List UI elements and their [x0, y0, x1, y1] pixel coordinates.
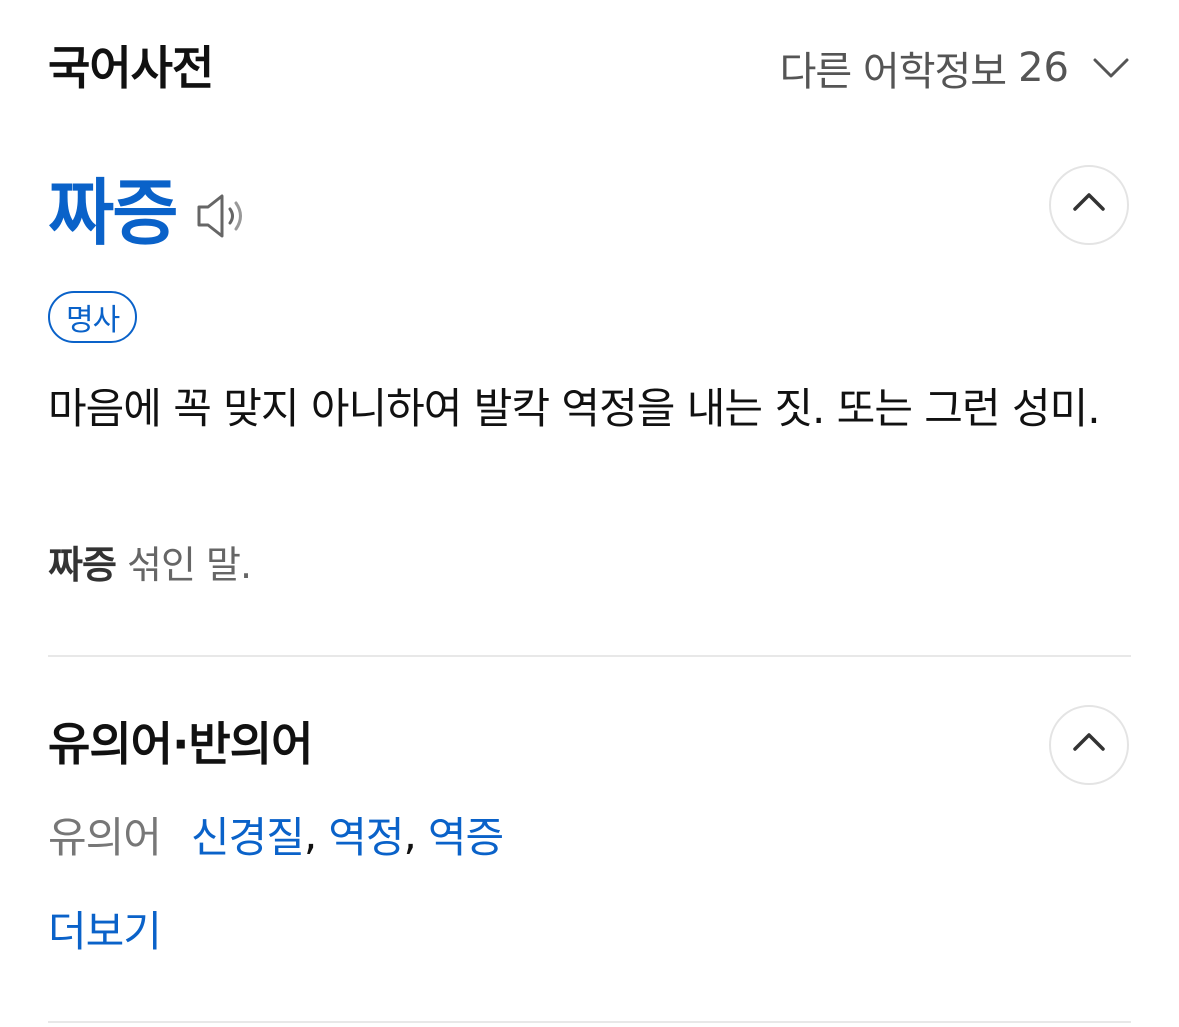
etymology-note: 짜증 섞인 말.	[48, 535, 252, 595]
more-link[interactable]: 더보기	[48, 900, 162, 964]
other-info-count: 26	[1018, 45, 1069, 91]
synonym-link[interactable]: 역증	[428, 804, 504, 865]
chevron-up-icon	[1069, 723, 1109, 767]
section-divider	[48, 1021, 1131, 1023]
etymology-word: 짜증	[48, 543, 117, 587]
synonym-link[interactable]: 신경질	[191, 804, 305, 865]
other-info-label: 다른 어학정보	[779, 49, 1008, 95]
chevron-down-icon	[1091, 48, 1131, 88]
synonym-link[interactable]: 역정	[328, 804, 404, 865]
synonym-row: 유의어 신경질, 역정, 역증	[48, 802, 504, 866]
other-language-info-button[interactable]: 다른 어학정보 26	[780, 40, 1131, 96]
definition-text: 마음에 꼭 맞지 아니하여 발칵 역정을 내는 짓. 또는 그런 성미.	[48, 384, 1101, 433]
collapse-entry-button[interactable]	[1049, 165, 1129, 245]
synonym-label: 유의어	[48, 812, 162, 862]
entry-headword: 짜증	[48, 171, 178, 255]
dictionary-page: 국어사전 다른 어학정보 26 짜증 명사 마음에 꼭 맞지 아니하여 발칵 역…	[0, 0, 1179, 1027]
collapse-synonyms-button[interactable]	[1049, 705, 1129, 785]
dictionary-title: 국어사전	[48, 41, 214, 95]
synonym-separator: ,	[303, 809, 317, 859]
etymology-rest: 섞인 말.	[115, 543, 252, 587]
speaker-icon[interactable]	[194, 188, 254, 244]
section-divider	[48, 655, 1131, 657]
synonyms-section-title: 유의어·반의어	[48, 717, 313, 771]
synonym-separator: ,	[403, 809, 416, 859]
part-of-speech-badge: 명사	[48, 291, 138, 343]
chevron-up-icon	[1069, 183, 1109, 227]
